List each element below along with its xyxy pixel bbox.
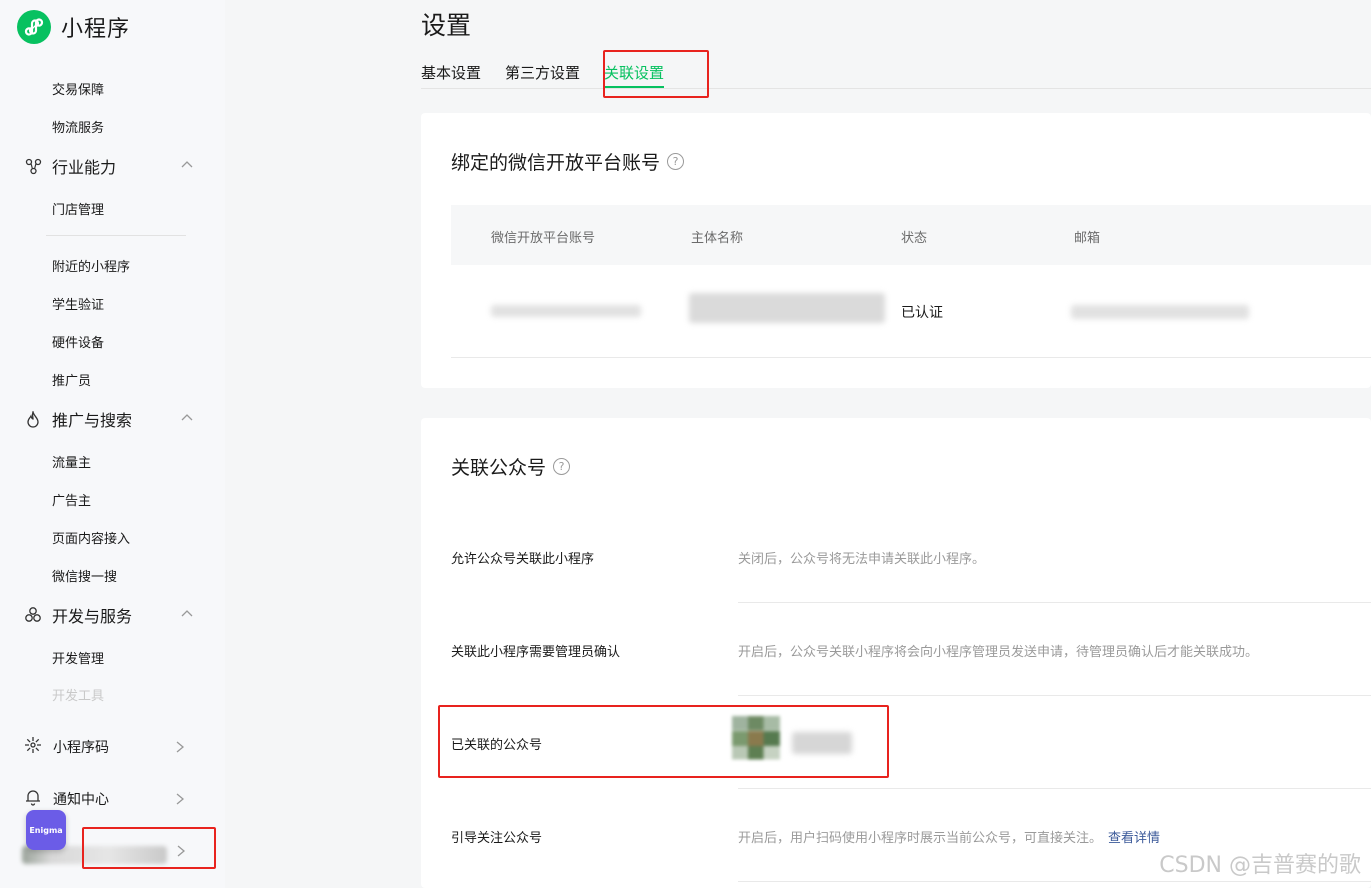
linked-account-avatar-blurred (732, 716, 780, 760)
setting-allow-association-desc: 关闭后，公众号将无法申请关联此小程序。 (738, 552, 986, 567)
mini-program-logo-icon (17, 10, 51, 44)
column-header: 微信开放平台账号 (491, 231, 596, 246)
sidebar-group-label: 行业能力 (52, 158, 117, 177)
open-platform-card: 绑定的微信开放平台账号 ? 微信开放平台账号 主体名称 状态 邮箱 已认证 (421, 113, 1371, 388)
setting-divider (738, 881, 1371, 882)
setting-admin-confirm-desc: 开启后，公众号关联小程序将会向小程序管理员发送申请，待管理员确认后才能关联成功。 (738, 645, 1259, 660)
card-title: 绑定的微信开放平台账号 ? (451, 148, 685, 175)
chevron-up-icon[interactable] (180, 410, 194, 429)
setting-guide-follow-desc: 开启后，用户扫码使用小程序时展示当前公众号，可直接关注。 查看详情 (738, 827, 1160, 846)
chevron-right-icon (174, 739, 186, 758)
card-title: 关联公众号 ? (451, 453, 571, 480)
column-header: 状态 (901, 231, 928, 246)
sidebar-item-notification[interactable]: 通知中心 (24, 787, 186, 811)
sidebar-group-label: 推广与搜索 (52, 411, 133, 430)
cluster-icon (24, 606, 42, 624)
linked-account-name-blurred (792, 732, 852, 754)
setting-linked-accounts-label: 已关联的公众号 (451, 738, 543, 753)
bell-icon (24, 788, 42, 810)
account-id-blurred (491, 305, 641, 317)
sidebar-item-trade-guarantee[interactable]: 交易保障 (52, 79, 104, 98)
setting-admin-confirm-label: 关联此小程序需要管理员确认 (451, 645, 621, 660)
nodes-icon (24, 157, 42, 175)
sidebar-item-label: 小程序码 (53, 740, 109, 756)
sidebar-item-hardware[interactable]: 硬件设备 (52, 332, 104, 351)
guide-follow-desc-text: 开启后，用户扫码使用小程序时展示当前公众号，可直接关注。 (738, 831, 1103, 846)
sidebar-item-dev-tools[interactable]: 开发工具 (52, 685, 104, 704)
sidebar-item-qrcode[interactable]: 小程序码 (24, 735, 186, 759)
setting-divider (738, 788, 1371, 789)
sidebar-group-dev[interactable]: 开发与服务 (24, 603, 194, 627)
sidebar-item-wechat-search[interactable]: 微信搜一搜 (52, 566, 117, 585)
tab-third-party[interactable]: 第三方设置 (505, 62, 580, 88)
sidebar-item-promoter[interactable]: 推广员 (52, 370, 91, 389)
view-details-link[interactable]: 查看详情 (1108, 831, 1160, 846)
settings-tabs: 基本设置 第三方设置 关联设置 (421, 62, 688, 88)
page-title: 设置 (421, 11, 472, 40)
sidebar-item-student[interactable]: 学生验证 (52, 294, 104, 313)
sidebar-item-store[interactable]: 门店管理 (52, 199, 104, 218)
chevron-up-icon[interactable] (180, 606, 194, 625)
qrcode-icon (24, 736, 42, 758)
tab-basic[interactable]: 基本设置 (421, 62, 481, 88)
watermark: CSDN @吉普赛的歌 (1159, 853, 1361, 878)
sidebar-item-page-content[interactable]: 页面内容接入 (52, 528, 130, 547)
tab-association[interactable]: 关联设置 (604, 62, 665, 88)
column-header: 邮箱 (1074, 231, 1101, 246)
chevron-right-icon[interactable] (175, 843, 187, 862)
sidebar: 小程序 交易保障 物流服务 行业能力 门店管理 附近的小程序 学生验证 硬件设备… (0, 0, 225, 888)
entity-name-blurred (689, 293, 885, 323)
chevron-up-icon[interactable] (180, 157, 194, 176)
chevron-right-icon (174, 791, 186, 810)
setting-guide-follow-label: 引导关注公众号 (451, 831, 543, 846)
sidebar-item-logistics[interactable]: 物流服务 (52, 117, 104, 136)
official-account-card: 关联公众号 ? 允许公众号关联此小程序 关闭后，公众号将无法申请关联此小程序。 … (421, 418, 1371, 888)
setting-allow-association-label: 允许公众号关联此小程序 (451, 552, 595, 567)
email-blurred (1071, 305, 1249, 319)
setting-divider (738, 602, 1371, 603)
tabs-divider (421, 88, 1371, 89)
help-icon[interactable]: ? (553, 458, 571, 475)
official-account-title: 关联公众号 (451, 457, 547, 479)
sidebar-group-label: 开发与服务 (52, 607, 133, 626)
status-value: 已认证 (901, 305, 943, 321)
sidebar-item-nearby[interactable]: 附近的小程序 (52, 256, 130, 275)
app-logo[interactable]: 小程序 (17, 10, 130, 44)
sidebar-item-advertiser[interactable]: 广告主 (52, 490, 91, 509)
sidebar-group-industry[interactable]: 行业能力 (24, 154, 194, 178)
sidebar-group-promotion[interactable]: 推广与搜索 (24, 407, 194, 431)
help-icon[interactable]: ? (667, 153, 685, 170)
flame-icon (24, 410, 42, 428)
sidebar-item-traffic[interactable]: 流量主 (52, 452, 91, 471)
sidebar-item-dev-manage[interactable]: 开发管理 (52, 648, 104, 667)
column-header: 主体名称 (691, 231, 744, 246)
app-name: 小程序 (61, 17, 131, 42)
sidebar-item-label: 通知中心 (53, 792, 109, 808)
sidebar-divider (46, 235, 186, 236)
table-header: 微信开放平台账号 主体名称 状态 邮箱 (451, 205, 1371, 265)
open-platform-title: 绑定的微信开放平台账号 (451, 152, 661, 174)
row-divider (451, 357, 1371, 358)
setting-divider (738, 695, 1371, 696)
enigma-floating-badge[interactable]: Enigma (26, 810, 66, 850)
